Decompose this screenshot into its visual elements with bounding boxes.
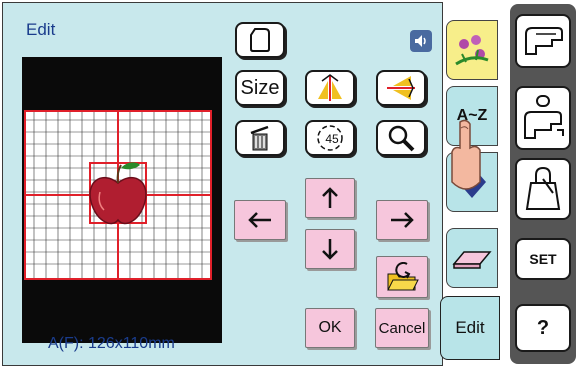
arrow-down-icon: [322, 239, 338, 260]
move-up-button[interactable]: [305, 178, 355, 218]
delete-icon: [250, 125, 269, 151]
rotate-button[interactable]: 45: [305, 120, 355, 156]
page-title: Edit: [26, 20, 56, 39]
move-down-button[interactable]: [305, 229, 355, 269]
set-button[interactable]: SET: [515, 238, 571, 280]
mirror-vertical-button[interactable]: [376, 70, 426, 106]
arrow-left-icon: [248, 212, 271, 228]
apple-icon: [89, 162, 147, 225]
arrow-up-icon: [322, 187, 338, 208]
size-button-label: Size: [240, 76, 280, 99]
sewing-machine-icon: [525, 27, 563, 55]
rotate-value: 45: [325, 132, 339, 146]
speaker-button[interactable]: [410, 30, 432, 52]
magnify-icon: [388, 125, 415, 152]
tab-patterns[interactable]: [446, 20, 498, 80]
mirror-vertical-icon: [387, 76, 415, 100]
bag-icon: [525, 166, 561, 210]
tab-erase[interactable]: [446, 228, 498, 288]
cancel-label: Cancel: [378, 319, 426, 337]
tab-edit[interactable]: Edit: [440, 296, 500, 360]
arrow-right-icon: [391, 212, 414, 228]
ok-button[interactable]: OK: [305, 308, 355, 348]
tab-edit-label: Edit: [455, 318, 485, 337]
embroidery-machine-icon: [524, 95, 564, 139]
folder-icon: [387, 262, 419, 291]
eraser-icon: [452, 251, 492, 269]
set-label: SET: [529, 251, 557, 267]
size-button[interactable]: Size: [235, 70, 285, 106]
mirror-horizontal-icon: [318, 74, 342, 101]
bag-mode-button[interactable]: [515, 158, 571, 220]
embroidery-mode-button[interactable]: [515, 86, 571, 150]
pattern-icon: [250, 28, 270, 52]
delete-button[interactable]: [235, 120, 285, 156]
cancel-button[interactable]: Cancel: [375, 308, 429, 348]
magnify-button[interactable]: [376, 120, 426, 156]
hoop-grid: [24, 110, 212, 280]
mirror-horizontal-button[interactable]: [305, 70, 355, 106]
ok-label: OK: [318, 319, 342, 336]
help-button[interactable]: ?: [515, 304, 571, 352]
move-right-button[interactable]: [376, 200, 428, 240]
hand-cursor-icon: [451, 119, 481, 190]
sewing-mode-button[interactable]: [515, 14, 571, 68]
pattern-size-label: A(F): 126x110mm: [48, 335, 175, 352]
speaker-icon: [415, 35, 426, 47]
folder-button[interactable]: [376, 256, 428, 298]
move-left-button[interactable]: [234, 200, 286, 240]
pattern-button[interactable]: [235, 22, 285, 58]
help-label: ?: [536, 316, 550, 339]
flower-icon: [455, 35, 489, 66]
